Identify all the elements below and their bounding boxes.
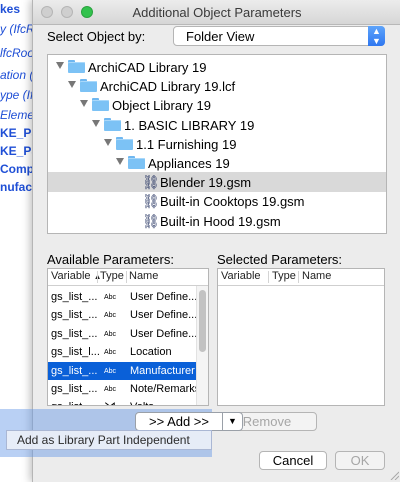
type-cell: Abc [104,386,117,393]
name-cell: User Define... [130,309,198,322]
type-cell: Abc [104,312,117,320]
variable-cell: gs_list_... [51,327,98,340]
variable-cell: gs_list_... [51,364,98,377]
background-text: Comp [0,162,34,176]
library-tree[interactable]: ArchiCAD Library 19 ArchiCAD Library 19.l… [47,54,387,234]
name-cell: Location [130,346,172,359]
name-cell: Note/Remarks [130,383,201,395]
variable-cell: gs_list_... [51,291,98,303]
tree-item-label: Built-in Ovens 19.gsm [160,233,287,234]
tree-item-label: Blender 19.gsm [160,175,252,191]
type-cell: Abc [104,294,117,301]
tree-item[interactable]: ArchiCAD Library 19 [48,57,386,77]
variable-cell: gs_list_l... [51,346,100,359]
type-cell: Abc [104,330,117,338]
tree-item[interactable]: ⛓Built-in Ovens 19.gsm [48,230,386,234]
tree-item[interactable]: 1.1 Furnishing 19 [48,134,386,154]
folder-icon [104,117,121,131]
add-as-library-part-independent-menu-item[interactable]: Add as Library Part Independent [6,430,212,450]
table-row[interactable]: gs_list_... Abc Manufacturer [48,361,208,380]
disclosure-triangle-icon[interactable] [116,158,124,165]
scrollbar[interactable] [196,286,208,405]
cancel-button[interactable]: Cancel [259,451,327,470]
tree-item-label: ArchiCAD Library 19.lcf [100,79,236,95]
background-text: kes [0,2,21,16]
library-object-icon: ⛓ [142,174,160,191]
add-button-group: >> Add >> ▼ [135,412,243,431]
variable-cell: gs_list_... [51,383,98,395]
type-cell: Abc [104,349,117,357]
disclosure-triangle-icon[interactable] [92,119,100,127]
tree-item-label: ArchiCAD Library 19 [88,60,207,75]
table-row[interactable]: gs_list_... Abc User Define... [48,306,208,324]
add-button[interactable]: >> Add >> [135,412,223,431]
library-object-icon: ⛓ [142,212,160,229]
add-options-chevron-down-icon[interactable]: ▼ [223,412,243,431]
column-header-name[interactable]: Name [302,270,331,282]
volts-icon: ⋊ [104,399,116,405]
tree-item-label: 1.1 Furnishing 19 [136,136,237,152]
tree-item-label: Object Library 19 [112,98,211,114]
scrollbar-thumb[interactable] [199,290,206,352]
variable-cell: gs_list_... [51,401,97,405]
window-title: Additional Object Parameters [132,5,302,20]
disclosure-triangle-icon[interactable] [68,81,76,89]
available-parameters-table[interactable]: Variable ▲ Type Name gs_list_... Abc User … [47,268,209,406]
disclosure-triangle-icon[interactable] [80,100,88,108]
select-object-value: Folder View [186,29,255,44]
background-text: nufac [0,180,33,194]
folder-icon [80,79,97,93]
ok-button[interactable]: OK [335,451,385,470]
library-object-icon: ⛓ [142,232,160,233]
up-down-arrows-icon: ▲ ▼ [368,26,385,46]
column-header-type[interactable]: Type [100,270,124,282]
folder-icon [116,136,133,150]
folder-icon [128,156,145,169]
column-header-variable[interactable]: Variable ▲ [51,270,102,282]
table-row[interactable]: gs_list_... Abc User Define... [48,288,208,306]
tree-item[interactable]: ⛓ Built-in Hood 19.gsm [48,211,386,231]
name-cell: Manufacturer [130,364,195,377]
resize-grip-icon[interactable] [389,470,399,480]
table-row[interactable]: gs_list_... ⋊ Volts [48,398,208,405]
disclosure-triangle-icon[interactable] [56,62,64,69]
column-header-type[interactable]: Type [272,270,296,282]
disclosure-triangle-icon[interactable] [104,138,112,146]
tree-item-label: Built-in Hood 19.gsm [160,213,281,229]
tree-item[interactable]: 1. BASIC LIBRARY 19 [48,115,386,135]
tree-item-label: Built-in Cooktops 19.gsm [160,194,305,210]
tree-item-label: Appliances 19 [148,156,230,171]
name-cell: User Define... [130,291,198,303]
selected-parameters-table[interactable]: Variable Type Name [217,268,385,406]
variable-cell: gs_list_... [51,309,98,322]
table-row[interactable]: gs_list_l... Abc Location [48,343,208,361]
table-row[interactable]: gs_list_... Abc User Define... [48,325,208,343]
title-bar[interactable]: Additional Object Parameters [33,0,400,25]
tree-item[interactable]: ⛓ Blender 19.gsm [48,172,386,193]
selected-parameters-label: Selected Parameters: [217,252,343,267]
available-parameters-label: Available Parameters: [47,252,174,267]
table-row[interactable]: gs_list_... Abc Note/Remarks [48,380,208,398]
select-object-label: Select Object by: [47,29,146,44]
table-header: Variable Type Name [218,269,384,286]
column-header-variable[interactable]: Variable [221,270,261,282]
name-cell: User Define... [130,327,198,340]
tree-item[interactable]: Appliances 19 [48,153,386,173]
folder-icon [92,98,109,112]
tree-item-label: 1. BASIC LIBRARY 19 [124,117,255,133]
column-header-name[interactable]: Name [129,270,158,282]
table-header: Variable ▲ Type Name [48,269,208,286]
tree-item[interactable]: ⛓ Built-in Cooktops 19.gsm [48,191,386,211]
tree-item[interactable]: ArchiCAD Library 19.lcf [48,76,386,96]
name-cell: Volts [130,401,154,405]
select-object-dropdown[interactable]: Folder View ▲ ▼ [173,26,385,46]
library-object-icon: ⛓ [142,193,160,210]
tree-item[interactable]: Object Library 19 [48,95,386,115]
type-cell: Abc [104,367,117,375]
folder-icon [68,60,85,73]
